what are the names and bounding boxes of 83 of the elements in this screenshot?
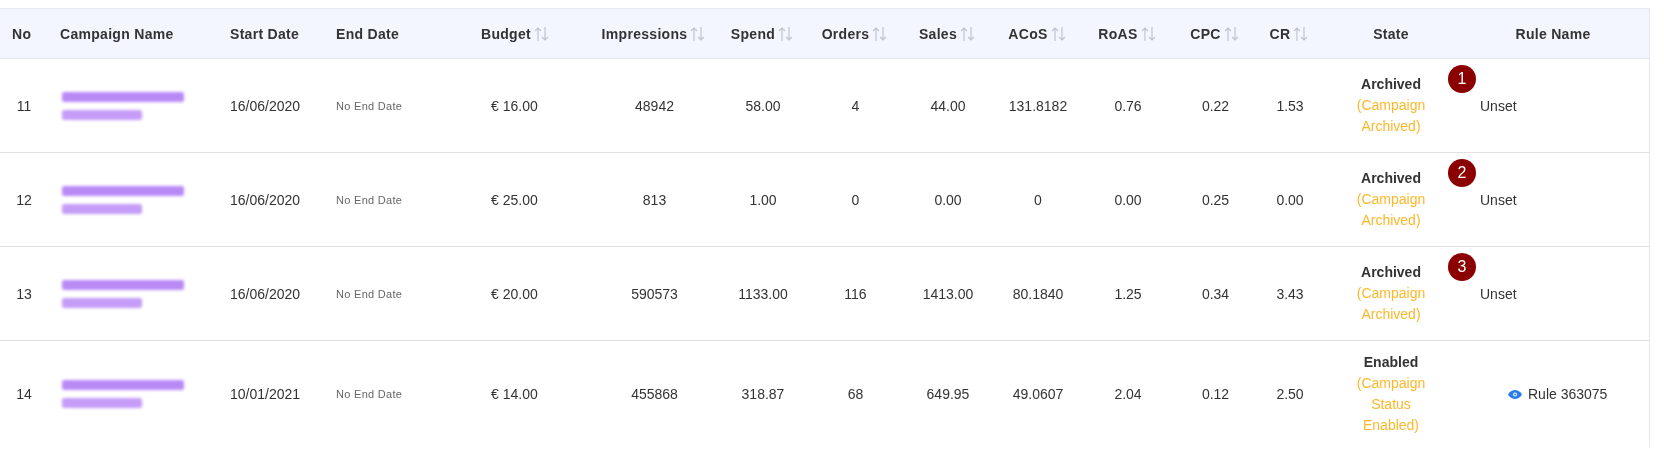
table-cell: 14: [16, 386, 32, 402]
table-cell: 0.00: [1114, 191, 1142, 208]
table-cell: 318.87: [741, 386, 785, 402]
table-cell: 80.1840: [1012, 285, 1064, 302]
sort-icon[interactable]: [1139, 24, 1158, 43]
table-cell: € 25.00: [491, 191, 538, 208]
table-cell: 813: [642, 191, 667, 208]
column-header: ACoS: [1008, 25, 1048, 42]
table-cell: 1.53: [1276, 97, 1304, 114]
table-cell: 1.25: [1114, 285, 1142, 302]
table-cell: 49.0607: [1012, 386, 1064, 402]
column-header: End Date: [336, 25, 400, 42]
number-badge: 3: [1448, 253, 1476, 281]
column-header: Orders: [821, 25, 870, 42]
column-header: CPC: [1190, 25, 1221, 42]
rule-name: Unset: [1480, 97, 1517, 114]
column-header: State: [1373, 25, 1409, 42]
rule-name: Unset: [1480, 285, 1517, 302]
table-cell: 48942: [635, 97, 674, 114]
table-cell: 0.22: [1201, 97, 1230, 114]
table-cell: 10/01/2021: [230, 386, 301, 402]
table-cell: 12: [16, 191, 32, 208]
state-note: (Campaign Archived): [1355, 284, 1427, 324]
sort-icon[interactable]: [1049, 24, 1068, 43]
table-cell: No End Date: [336, 193, 403, 206]
table-cell: 131.8182: [1008, 97, 1068, 114]
table-cell: 2.04: [1114, 386, 1142, 402]
rule-name: Unset: [1480, 191, 1517, 208]
table-cell: 649.95: [926, 386, 970, 402]
table-cell: 0: [1034, 191, 1042, 208]
table-cell: 1133.00: [738, 285, 788, 302]
table-cell: 455868: [631, 386, 678, 402]
table-cell: 590573: [631, 285, 678, 302]
column-header: Start Date: [230, 25, 300, 42]
number-badge: 2: [1448, 159, 1476, 187]
column-header: No: [12, 25, 32, 42]
sort-icon[interactable]: [1222, 24, 1241, 43]
state-label: Enabled: [1363, 353, 1419, 372]
sort-icon[interactable]: [533, 24, 551, 43]
state-label: Archived: [1361, 263, 1421, 282]
table-cell: No End Date: [336, 388, 403, 400]
rule-link[interactable]: Rule 363075: [1528, 386, 1608, 402]
table-cell: € 16.00: [491, 97, 538, 114]
table-cell: 2.50: [1276, 386, 1304, 402]
table-cell: 58.00: [745, 97, 781, 114]
table-cell: 116: [844, 285, 867, 302]
table-cell: 1413.00: [922, 285, 974, 302]
state-label: Archived: [1361, 169, 1421, 188]
table-cell: 16/06/2020: [230, 97, 301, 114]
number-badge: 1: [1448, 65, 1476, 93]
table-cell: 4: [851, 97, 860, 114]
table-cell: 16/06/2020: [230, 191, 301, 208]
table-cell: No End Date: [336, 287, 403, 300]
state-note: (Campaign Archived): [1355, 190, 1427, 230]
table-cell: 44.00: [930, 97, 966, 114]
table-cell: 0.34: [1201, 285, 1230, 302]
column-header: Sales: [918, 25, 958, 42]
column-header: Budget: [481, 25, 531, 42]
table-cell: 16/06/2020: [230, 285, 301, 302]
table-cell: € 20.00: [491, 285, 538, 302]
table-cell: 68: [847, 386, 864, 402]
table-cell: 1.00: [749, 191, 777, 208]
column-header: Campaign Name: [60, 25, 174, 42]
table-cell: 0.76: [1114, 97, 1142, 114]
column-header: Rule Name: [1515, 25, 1591, 42]
table-cell: 0.25: [1201, 191, 1230, 208]
table-cell: 3.43: [1276, 285, 1304, 302]
state-note: (Campaign Archived): [1355, 96, 1427, 136]
table-cell: 0.00: [934, 191, 962, 208]
column-header: CR: [1269, 25, 1291, 42]
table-cell: 0.12: [1201, 386, 1230, 402]
column-header: Impressions: [601, 25, 688, 42]
column-header: Spend: [730, 25, 776, 42]
table-cell: € 14.00: [491, 386, 538, 402]
table-cell: 0: [851, 191, 860, 208]
table-cell: 13: [16, 285, 32, 302]
state-label: Archived: [1361, 75, 1421, 94]
column-header: RoAS: [1098, 25, 1138, 42]
state-note: (Campaign Status Enabled): [1355, 374, 1427, 435]
eye-icon[interactable]: [1508, 389, 1522, 399]
table-cell: 0.00: [1276, 191, 1304, 208]
table-cell: No End Date: [336, 99, 403, 112]
table-cell: 11: [16, 97, 32, 114]
